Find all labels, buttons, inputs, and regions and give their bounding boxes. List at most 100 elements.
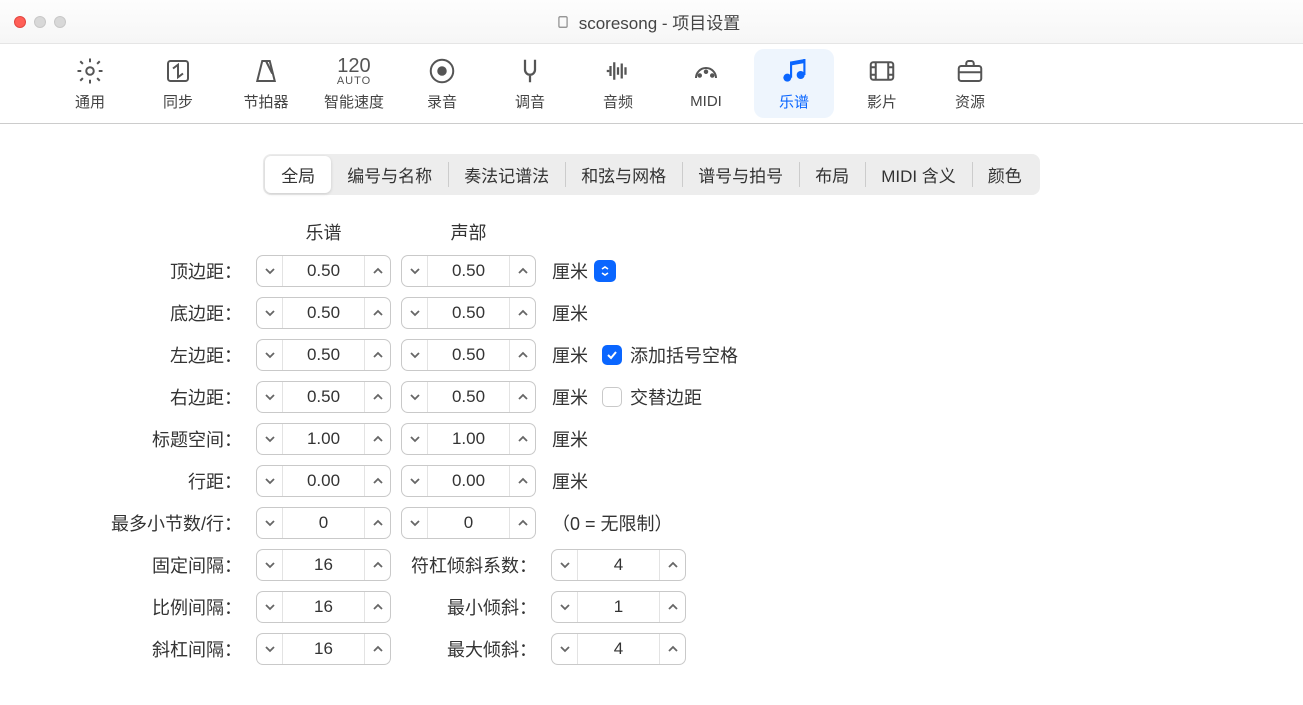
chevron-up-icon[interactable] xyxy=(364,634,390,664)
briefcase-icon xyxy=(955,55,985,87)
chevron-up-icon[interactable] xyxy=(364,340,390,370)
chevron-down-icon[interactable] xyxy=(552,592,578,622)
left-margin-score-stepper[interactable]: 0.50 xyxy=(256,339,391,371)
top-margin-score-stepper[interactable]: 0.50 xyxy=(256,255,391,287)
max-bars-score-stepper[interactable]: 0 xyxy=(256,507,391,539)
midi-icon xyxy=(691,57,721,89)
metronome-icon xyxy=(251,55,281,87)
chevron-up-icon[interactable] xyxy=(364,256,390,286)
chevron-down-icon[interactable] xyxy=(402,298,428,328)
left-margin-part-stepper[interactable]: 0.50 xyxy=(401,339,536,371)
fixed-spacing-stepper[interactable]: 16 xyxy=(256,549,391,581)
chevron-down-icon[interactable] xyxy=(552,550,578,580)
bottom-margin-score-stepper[interactable]: 0.50 xyxy=(256,297,391,329)
chevron-down-icon[interactable] xyxy=(552,634,578,664)
max-slant-stepper[interactable]: 4 xyxy=(551,633,686,665)
alternating-margins-label: 交替边距 xyxy=(630,384,702,410)
chevron-up-icon[interactable] xyxy=(364,592,390,622)
header-space-part-stepper[interactable]: 1.00 xyxy=(401,423,536,455)
chevron-down-icon[interactable] xyxy=(402,466,428,496)
tab-chords-grids[interactable]: 和弦与网格 xyxy=(565,156,682,193)
chevron-up-icon[interactable] xyxy=(509,382,535,412)
line-spacing-part-stepper[interactable]: 0.00 xyxy=(401,465,536,497)
chevron-up-icon[interactable] xyxy=(364,382,390,412)
chevron-down-icon[interactable] xyxy=(257,256,283,286)
chevron-down-icon[interactable] xyxy=(257,592,283,622)
chevron-down-icon[interactable] xyxy=(257,340,283,370)
toolbar-label: MIDI xyxy=(690,93,722,110)
add-bracket-space-label: 添加括号空格 xyxy=(630,342,738,368)
proportional-spacing-stepper[interactable]: 16 xyxy=(256,591,391,623)
chevron-up-icon[interactable] xyxy=(659,592,685,622)
tab-midi-meaning[interactable]: MIDI 含义 xyxy=(865,156,972,193)
toolbar-label: 录音 xyxy=(427,91,457,112)
chevron-up-icon[interactable] xyxy=(364,466,390,496)
chevron-up-icon[interactable] xyxy=(659,550,685,580)
toolbar-tuning[interactable]: 调音 xyxy=(490,49,570,118)
bottom-margin-part-stepper[interactable]: 0.50 xyxy=(401,297,536,329)
label-slash-spacing: 斜杠间隔： xyxy=(36,636,256,662)
chevron-up-icon[interactable] xyxy=(509,508,535,538)
chevron-down-icon[interactable] xyxy=(402,508,428,538)
tab-numbers-names[interactable]: 编号与名称 xyxy=(331,156,448,193)
toolbar-general[interactable]: 通用 xyxy=(50,49,130,118)
tab-clefs-signatures[interactable]: 谱号与拍号 xyxy=(682,156,799,193)
chevron-up-icon[interactable] xyxy=(659,634,685,664)
chevron-down-icon[interactable] xyxy=(257,298,283,328)
chevron-down-icon[interactable] xyxy=(402,256,428,286)
chevron-down-icon[interactable] xyxy=(257,550,283,580)
tab-global[interactable]: 全局 xyxy=(265,156,331,193)
chevron-up-icon[interactable] xyxy=(364,550,390,580)
toolbar-assets[interactable]: 资源 xyxy=(930,49,1010,118)
tab-tablature[interactable]: 奏法记谱法 xyxy=(448,156,565,193)
chevron-down-icon[interactable] xyxy=(257,424,283,454)
toolbar-sync[interactable]: 同步 xyxy=(138,49,218,118)
label-max-bars: 最多小节数/行： xyxy=(36,510,256,536)
unit-select[interactable] xyxy=(594,260,616,282)
chevron-up-icon[interactable] xyxy=(364,424,390,454)
min-slant-stepper[interactable]: 1 xyxy=(551,591,686,623)
toolbar-audio[interactable]: 音频 xyxy=(578,49,658,118)
chevron-up-icon[interactable] xyxy=(509,256,535,286)
toolbar-score[interactable]: 乐谱 xyxy=(754,49,834,118)
add-bracket-space-checkbox[interactable] xyxy=(602,345,622,365)
chevron-up-icon[interactable] xyxy=(509,424,535,454)
slash-spacing-stepper[interactable]: 16 xyxy=(256,633,391,665)
tab-colors[interactable]: 颜色 xyxy=(972,156,1038,193)
film-icon xyxy=(867,55,897,87)
chevron-down-icon[interactable] xyxy=(257,382,283,412)
toolbar-recording[interactable]: 录音 xyxy=(402,49,482,118)
chevron-down-icon[interactable] xyxy=(402,340,428,370)
toolbar-midi[interactable]: MIDI xyxy=(666,51,746,116)
beam-slant-factor-stepper[interactable]: 4 xyxy=(551,549,686,581)
alternating-margins-checkbox[interactable] xyxy=(602,387,622,407)
line-spacing-score-stepper[interactable]: 0.00 xyxy=(256,465,391,497)
close-window-button[interactable] xyxy=(14,16,26,28)
chevron-down-icon[interactable] xyxy=(257,466,283,496)
gear-icon xyxy=(75,55,105,87)
chevron-up-icon[interactable] xyxy=(364,298,390,328)
chevron-down-icon[interactable] xyxy=(402,382,428,412)
zoom-window-button[interactable] xyxy=(54,16,66,28)
sync-icon xyxy=(163,55,193,87)
label-max-slant: 最大倾斜： xyxy=(401,636,551,662)
header-space-score-stepper[interactable]: 1.00 xyxy=(256,423,391,455)
chevron-up-icon[interactable] xyxy=(509,466,535,496)
right-margin-part-stepper[interactable]: 0.50 xyxy=(401,381,536,413)
top-margin-part-stepper[interactable]: 0.50 xyxy=(401,255,536,287)
chevron-down-icon[interactable] xyxy=(257,508,283,538)
toolbar-metronome[interactable]: 节拍器 xyxy=(226,49,306,118)
toolbar-movie[interactable]: 影片 xyxy=(842,49,922,118)
toolbar-smart-tempo[interactable]: 120 AUTO 智能速度 xyxy=(314,49,394,118)
max-bars-part-stepper[interactable]: 0 xyxy=(401,507,536,539)
tab-layout[interactable]: 布局 xyxy=(799,156,865,193)
chevron-down-icon[interactable] xyxy=(402,424,428,454)
chevron-down-icon[interactable] xyxy=(257,634,283,664)
chevron-up-icon[interactable] xyxy=(509,298,535,328)
right-margin-score-stepper[interactable]: 0.50 xyxy=(256,381,391,413)
minimize-window-button[interactable] xyxy=(34,16,46,28)
chevron-up-icon[interactable] xyxy=(509,340,535,370)
toolbar-label: 资源 xyxy=(955,91,985,112)
document-icon xyxy=(555,14,571,30)
chevron-up-icon[interactable] xyxy=(364,508,390,538)
